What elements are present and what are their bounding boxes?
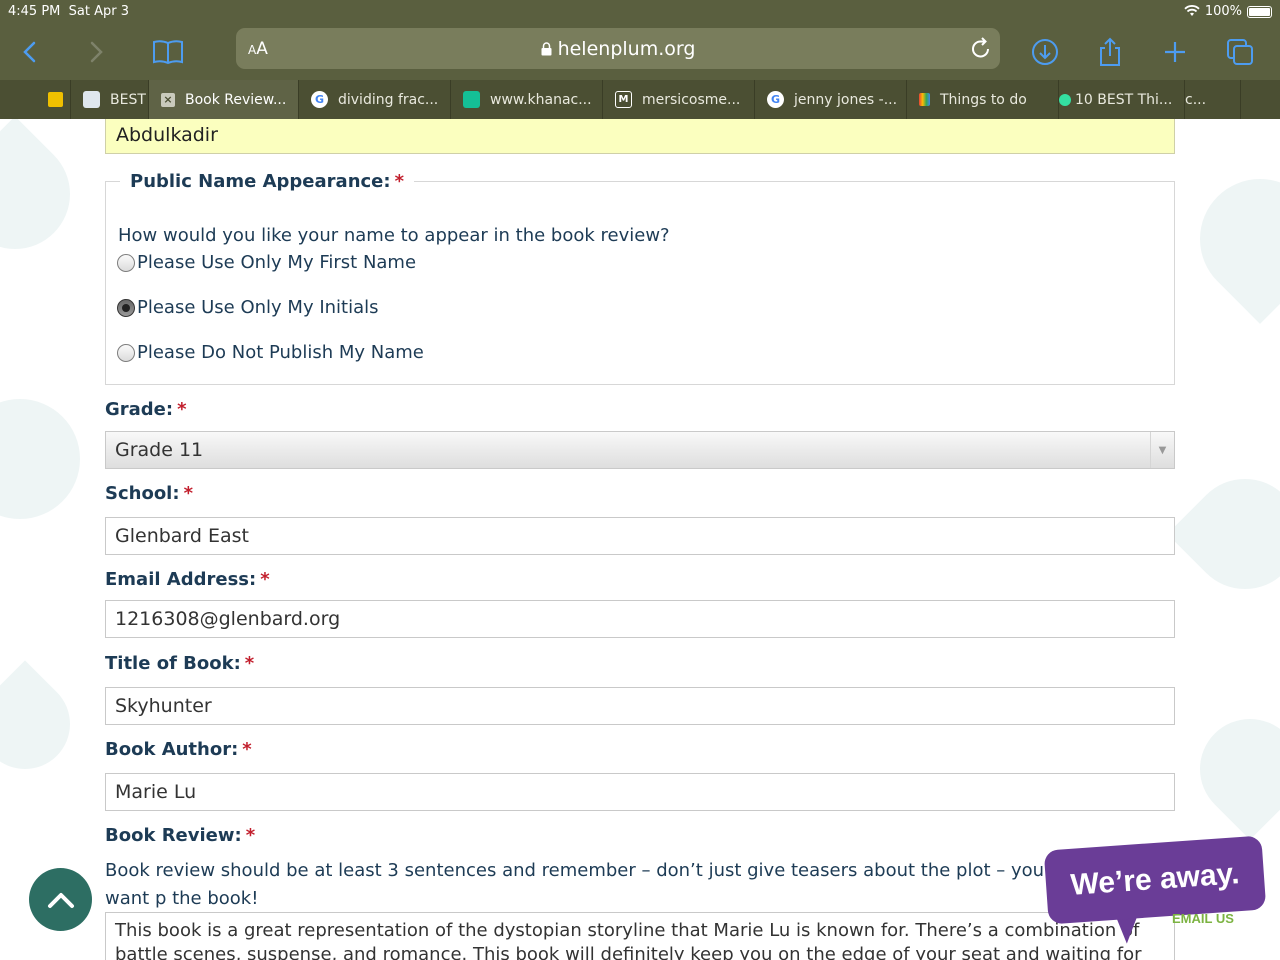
chevron-up-icon xyxy=(47,892,74,908)
scroll-to-top-button[interactable] xyxy=(29,868,92,931)
tab-best[interactable]: BEST xyxy=(70,80,148,119)
battery-percent: 100% xyxy=(1204,4,1242,19)
radio-do-not-publish[interactable]: Please Do Not Publish My Name xyxy=(117,342,424,363)
required-asterisk: * xyxy=(244,653,255,674)
grade-label: Grade: * xyxy=(105,399,187,420)
email-input[interactable]: 1216308@glenbard.org xyxy=(105,600,1175,638)
browser-toolbar: AA helenplum.org xyxy=(0,24,1280,80)
khan-academy-icon xyxy=(463,91,480,108)
tab-10-best[interactable]: 10 BEST Thi... xyxy=(1058,80,1184,119)
wifi-icon xyxy=(1184,5,1200,21)
book-title-label: Title of Book: * xyxy=(105,653,255,674)
downloads-icon[interactable] xyxy=(1027,34,1063,70)
google-icon: G xyxy=(767,91,784,108)
chat-widget[interactable]: We’re away. EMAIL US xyxy=(1043,835,1267,960)
radio-button-selected[interactable] xyxy=(117,298,135,317)
required-asterisk: * xyxy=(394,171,404,192)
status-time: 4:45 PM Sat Apr 3 xyxy=(8,4,129,19)
tab-khan-academy[interactable]: www.khanac... xyxy=(450,80,602,119)
required-asterisk: * xyxy=(183,483,193,504)
last-name-input[interactable]: Abdulkadir xyxy=(105,119,1175,154)
tab-things-to-do[interactable]: Things to do xyxy=(906,80,1058,119)
status-bar: 4:45 PM Sat Apr 3 100% xyxy=(0,0,1280,24)
radio-label: Please Use Only My Initials xyxy=(137,297,379,318)
required-asterisk: * xyxy=(177,399,187,420)
public-name-legend: Public Name Appearance: * xyxy=(130,171,404,192)
radio-button[interactable] xyxy=(117,343,135,362)
tab-pinned[interactable] xyxy=(0,80,70,119)
background-decoration xyxy=(0,119,93,272)
url-text[interactable]: helenplum.org xyxy=(236,38,1000,60)
tab-dividing-fractions[interactable]: Gdividing frac... xyxy=(298,80,450,119)
tab-bar: BEST × Book Review... Gdividing frac... w… xyxy=(0,80,1280,119)
radio-label: Please Do Not Publish My Name xyxy=(137,342,424,363)
background-decoration xyxy=(1175,154,1280,324)
tripadvisor-icon xyxy=(1059,93,1071,106)
book-title-input[interactable]: Skyhunter xyxy=(105,687,1175,725)
background-decoration xyxy=(1167,456,1280,612)
bookmarks-icon[interactable] xyxy=(150,34,186,70)
tab-empty xyxy=(1240,80,1280,119)
tab-jenny-jones[interactable]: Gjenny jones -... xyxy=(754,80,906,119)
google-travel-icon xyxy=(919,93,930,106)
page-content: Abdulkadir Public Name Appearance: * How … xyxy=(0,119,1280,960)
tab-book-review[interactable]: × Book Review... xyxy=(148,80,298,119)
favicon-icon xyxy=(83,91,100,108)
required-asterisk: * xyxy=(242,739,252,760)
dropdown-arrow-icon[interactable]: ▼ xyxy=(1150,432,1174,468)
book-author-label: Book Author: * xyxy=(105,739,252,760)
book-review-help-text: Book review should be at least 3 sentenc… xyxy=(105,860,1045,909)
tabs-overview-icon[interactable] xyxy=(1222,34,1258,70)
tab-overflow[interactable]: c... xyxy=(1184,80,1240,119)
medium-icon: M xyxy=(615,91,632,108)
forward-button[interactable] xyxy=(78,34,114,70)
required-asterisk: * xyxy=(260,569,270,590)
radio-first-name[interactable]: Please Use Only My First Name xyxy=(117,252,416,273)
radio-label: Please Use Only My First Name xyxy=(137,252,417,273)
reload-icon[interactable] xyxy=(970,36,992,64)
address-bar[interactable]: AA helenplum.org xyxy=(236,28,1000,69)
tab-mersicosmetics[interactable]: Mmersicosme... xyxy=(602,80,754,119)
new-tab-icon[interactable] xyxy=(1157,34,1193,70)
grade-selected-value: Grade 11 xyxy=(115,439,204,461)
favicon-icon xyxy=(48,92,63,107)
public-name-question: How would you like your name to appear i… xyxy=(118,225,670,246)
required-asterisk: * xyxy=(245,825,256,846)
back-button[interactable] xyxy=(12,34,48,70)
radio-initials[interactable]: Please Use Only My Initials xyxy=(117,297,379,318)
book-author-input[interactable]: Marie Lu xyxy=(105,773,1175,811)
email-label: Email Address: * xyxy=(105,569,270,590)
background-decoration xyxy=(0,660,89,788)
email-us-link[interactable]: EMAIL US xyxy=(1172,911,1234,926)
school-label: School: * xyxy=(105,483,193,504)
share-icon[interactable] xyxy=(1092,34,1128,70)
book-review-label: Book Review: * xyxy=(105,825,256,846)
google-icon: G xyxy=(311,91,328,108)
close-tab-icon[interactable]: × xyxy=(161,92,175,107)
school-input[interactable]: Glenbard East xyxy=(105,517,1175,555)
battery-icon xyxy=(1247,6,1272,18)
radio-button[interactable] xyxy=(117,253,135,272)
grade-select[interactable]: Grade 11 ▼ xyxy=(105,431,1175,469)
background-decoration xyxy=(1179,698,1280,840)
book-review-textarea[interactable]: This book is a great representation of t… xyxy=(105,912,1175,960)
public-name-fieldset: Public Name Appearance: * How would you l… xyxy=(105,171,1175,385)
background-decoration xyxy=(0,374,105,544)
lock-icon xyxy=(541,42,552,56)
